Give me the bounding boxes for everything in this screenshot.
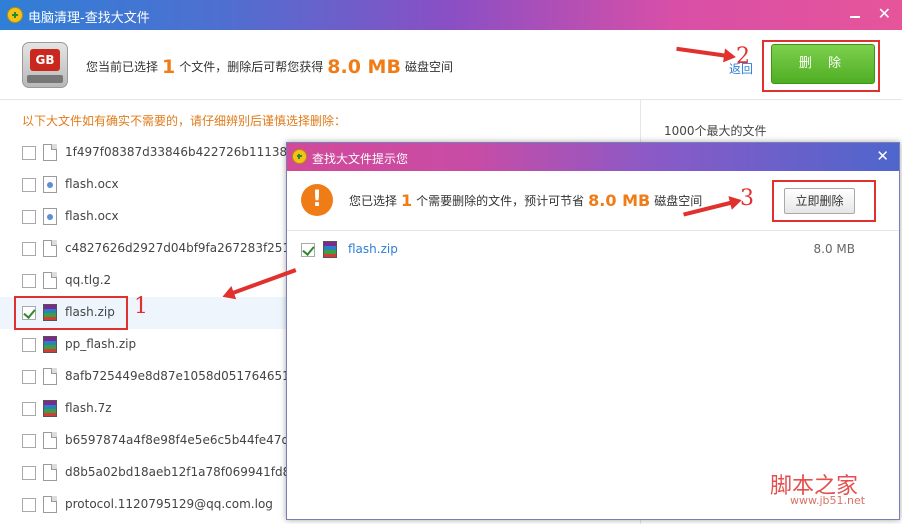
file-icon [43, 496, 57, 513]
file-checkbox[interactable] [22, 242, 36, 256]
annotation-box-2 [762, 40, 880, 92]
file-icon [43, 464, 57, 481]
file-icon [43, 144, 57, 161]
file-name[interactable]: pp_flash.zip [65, 337, 136, 351]
dialog-file-name[interactable]: flash.zip [348, 242, 398, 256]
file-checkbox[interactable] [22, 402, 36, 416]
zip-archive-icon [323, 241, 337, 258]
minimize-button[interactable] [848, 6, 862, 20]
file-name[interactable]: protocol.1120795129@qq.com.log [65, 497, 273, 511]
dialog-close-button[interactable]: ✕ [876, 147, 889, 165]
annotation-number-2: 2 [736, 44, 750, 69]
summary-prefix: 您当前已选择 [86, 60, 159, 74]
file-checkbox[interactable] [22, 274, 36, 288]
file-name[interactable]: c4827626d2927d04bf9fa267283f2510 [65, 241, 298, 255]
file-icon [43, 368, 57, 385]
file-name[interactable]: flash.ocx [65, 177, 119, 191]
freed-size: 8.0 MB [327, 56, 401, 78]
file-name[interactable]: 1f497f08387d33846b422726b1113805 [65, 145, 302, 159]
window-title: 电脑清理-查找大文件 [28, 11, 150, 26]
file-checkbox[interactable] [22, 146, 36, 160]
file-name[interactable]: b6597874a4f8e98f4e5e6c5b44fe47de [65, 433, 296, 447]
file-icon [43, 240, 57, 257]
file-checkbox[interactable] [22, 178, 36, 192]
file-name[interactable]: flash.ocx [65, 209, 119, 223]
activex-file-icon [43, 176, 57, 193]
dialog-file-checkbox[interactable] [301, 243, 315, 257]
file-name[interactable]: d8b5a02bd18aeb12f1a78f069941fd87 [65, 465, 298, 479]
selected-count: 1 [162, 56, 176, 78]
zip-archive-icon [43, 400, 57, 417]
activex-file-icon [43, 208, 57, 225]
watermark-url: www.jb51.net [790, 494, 866, 507]
app-logo-icon [7, 7, 23, 23]
annotation-number-3: 3 [740, 186, 754, 211]
dialog-selected-count: 1 [401, 191, 413, 210]
dialog-logo-icon [292, 149, 307, 164]
file-icon [43, 432, 57, 449]
file-name[interactable]: 8afb725449e8d87e1058d05176465166 [65, 369, 305, 383]
summary-suffix: 磁盘空间 [404, 60, 453, 74]
window-titlebar: 电脑清理-查找大文件 ✕ [0, 0, 902, 30]
zip-archive-icon [43, 336, 57, 353]
dialog-summary: 您已选择 1 个需要删除的文件，预计可节省 8.0 MB 磁盘空间 [349, 191, 702, 210]
annotation-box-1 [14, 296, 128, 330]
close-window-button[interactable]: ✕ [878, 4, 891, 23]
dialog-file-row[interactable]: flash.zip 8.0 MB [287, 235, 899, 265]
disk-gb-icon: GB [22, 42, 68, 88]
file-name[interactable]: flash.7z [65, 401, 112, 415]
file-name[interactable]: qq.tlg.2 [65, 273, 111, 287]
annotation-box-3 [772, 180, 876, 222]
file-checkbox[interactable] [22, 370, 36, 384]
warning-icon: ! [301, 184, 333, 216]
file-checkbox[interactable] [22, 338, 36, 352]
file-checkbox[interactable] [22, 210, 36, 224]
side-panel-label: 1000个最大的文件 [664, 124, 767, 138]
dialog-summary-suffix: 磁盘空间 [654, 194, 703, 208]
summary-mid: 个文件，删除后可帮您获得 [179, 60, 324, 74]
file-checkbox[interactable] [22, 434, 36, 448]
file-checkbox[interactable] [22, 466, 36, 480]
selection-summary: 您当前已选择 1 个文件，删除后可帮您获得 8.0 MB 磁盘空间 [86, 56, 453, 78]
file-checkbox[interactable] [22, 498, 36, 512]
dialog-title: 查找大文件提示您 [312, 152, 409, 166]
annotation-number-1: 1 [134, 294, 148, 319]
dialog-titlebar: 查找大文件提示您 ✕ [287, 143, 899, 171]
dialog-summary-prefix: 您已选择 [349, 194, 398, 208]
hint-text: 以下大文件如有确实不需要的，请仔细辨别后谨慎选择删除： [22, 114, 347, 128]
dialog-freed-size: 8.0 MB [588, 191, 651, 210]
dialog-summary-mid: 个需要删除的文件，预计可节省 [416, 194, 585, 208]
dialog-file-size: 8.0 MB [813, 242, 855, 256]
file-icon [43, 272, 57, 289]
